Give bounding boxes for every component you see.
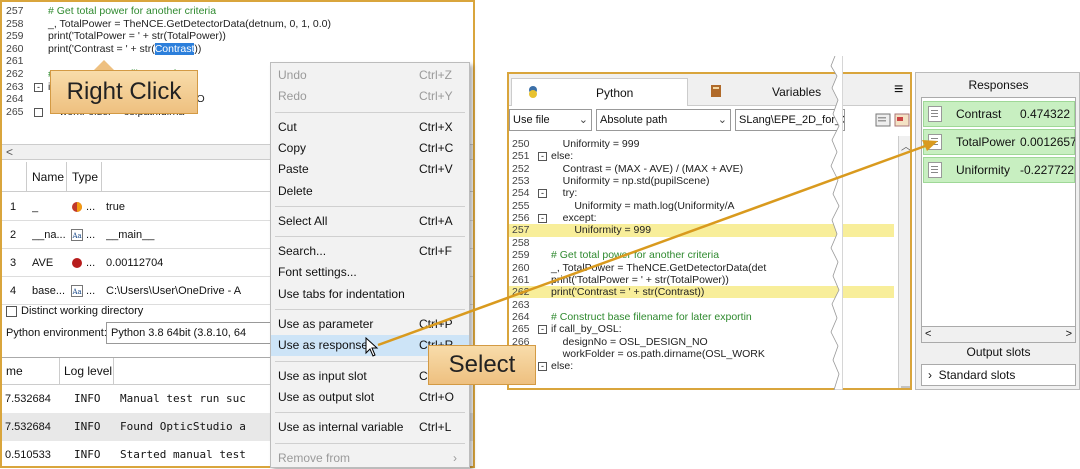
- connector-arrow: [377, 140, 938, 347]
- mouse-cursor-icon: [365, 337, 379, 357]
